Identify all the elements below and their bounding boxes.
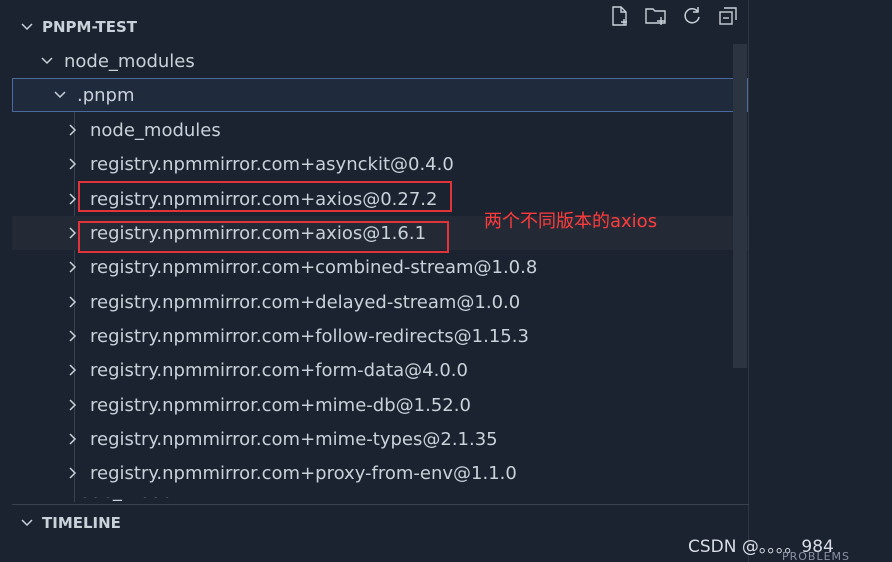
tree-item-partial[interactable]: node_modules: [68, 497, 178, 504]
tree-item-label: registry.npmmirror.com+mime-types@2.1.35: [90, 428, 498, 450]
highlight-box-axios-0-27-2: [78, 181, 452, 212]
chevron-right-icon: [64, 361, 82, 379]
timeline-section-header[interactable]: TIMELINE: [12, 508, 748, 538]
section-divider: [12, 504, 749, 505]
tree-item-label: registry.npmmirror.com+delayed-stream@1.…: [90, 291, 521, 313]
editor-area: [749, 0, 892, 562]
tree-item[interactable]: registry.npmmirror.com+delayed-stream@1.…: [12, 285, 748, 319]
tree-item-label: .pnpm: [77, 84, 135, 106]
chevron-right-icon: [64, 121, 82, 139]
new-file-icon[interactable]: [608, 4, 632, 28]
tree-item-label: node_modules: [90, 119, 221, 141]
tree-item-label: registry.npmmirror.com+mime-db@1.52.0: [90, 394, 471, 416]
tree-item[interactable]: registry.npmmirror.com+form-data@4.0.0: [12, 353, 748, 387]
tree-folder-pnpm[interactable]: .pnpm: [12, 78, 748, 112]
explorer-panel: PNPM-TEST node_modules .pnpm node_module…: [0, 0, 749, 562]
tree-item[interactable]: registry.npmmirror.com+mime-db@1.52.0: [12, 388, 748, 422]
timeline-title: TIMELINE: [42, 514, 121, 532]
new-folder-icon[interactable]: [644, 4, 668, 28]
chevron-down-icon: [51, 86, 69, 104]
scrollbar-thumb[interactable]: [733, 44, 747, 368]
tree-item-label: registry.npmmirror.com+combined-stream@1…: [90, 256, 538, 278]
explorer-title: PNPM-TEST: [42, 18, 138, 36]
tree-item[interactable]: node_modules: [12, 113, 748, 147]
tree-item[interactable]: registry.npmmirror.com+proxy-from-env@1.…: [12, 456, 748, 490]
collapse-all-icon[interactable]: [716, 4, 740, 28]
annotation-text: 两个不同版本的axios: [484, 211, 658, 232]
chevron-right-icon: [64, 155, 82, 173]
refresh-icon[interactable]: [680, 4, 704, 28]
tree-item-label: registry.npmmirror.com+proxy-from-env@1.…: [90, 462, 517, 484]
chevron-right-icon: [64, 327, 82, 345]
tree-item[interactable]: registry.npmmirror.com+combined-stream@1…: [12, 250, 748, 284]
chevron-right-icon: [64, 396, 82, 414]
explorer-actions: [608, 4, 740, 28]
tree-item[interactable]: registry.npmmirror.com+follow-redirects@…: [12, 319, 748, 353]
chevron-right-icon: [64, 430, 82, 448]
problems-tab[interactable]: PROBLEMS: [782, 550, 850, 562]
tree-item-label: node_modules: [64, 50, 195, 72]
tree-item[interactable]: registry.npmmirror.com+mime-types@2.1.35: [12, 422, 748, 456]
chevron-right-icon: [12, 516, 42, 530]
chevron-down-icon: [38, 52, 56, 70]
tree-item-label: registry.npmmirror.com+form-data@4.0.0: [90, 359, 468, 381]
tree-folder-node-modules[interactable]: node_modules: [12, 44, 748, 78]
chevron-down-icon: [12, 20, 42, 34]
tree-item-label: registry.npmmirror.com+follow-redirects@…: [90, 325, 529, 347]
chevron-right-icon: [64, 258, 82, 276]
chevron-right-icon: [64, 464, 82, 482]
tree-item[interactable]: registry.npmmirror.com+asynckit@0.4.0: [12, 147, 748, 181]
chevron-right-icon: [64, 293, 82, 311]
highlight-box-axios-1-6-1: [78, 221, 449, 253]
tree-item-label: registry.npmmirror.com+asynckit@0.4.0: [90, 153, 454, 175]
